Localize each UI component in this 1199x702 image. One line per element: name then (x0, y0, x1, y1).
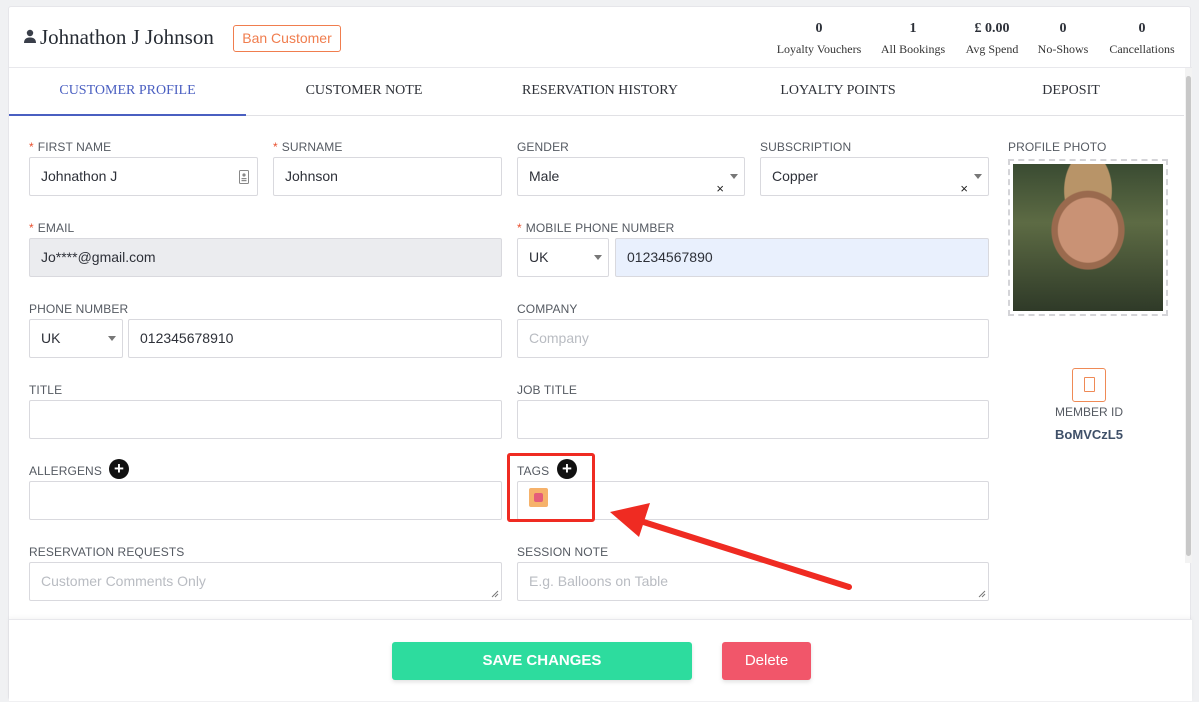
tab-reservation-history[interactable]: RESERVATION HISTORY (482, 68, 718, 116)
stat-label: Cancellations (1109, 42, 1175, 56)
surname-value: Johnson (285, 168, 338, 184)
stat-value: 0 (1138, 21, 1146, 36)
customer-header: Johnathon J Johnson Ban Customer 0 Loyal… (9, 7, 1192, 68)
chevron-down-icon (594, 255, 602, 260)
phone-number-label: PHONE NUMBER (29, 302, 129, 316)
chevron-down-icon (108, 336, 116, 341)
phone-country-value: UK (41, 330, 61, 346)
session-note-placeholder: E.g. Balloons on Table (529, 573, 669, 589)
stat-value: 0 (815, 21, 823, 36)
clear-icon[interactable]: × (960, 170, 968, 207)
first-name-field[interactable]: Johnathon J (29, 157, 258, 196)
stat-label: Loyalty Vouchers (776, 42, 862, 56)
chevron-down-icon (730, 174, 738, 179)
stat-loyalty-vouchers[interactable]: 0 Loyalty Vouchers (769, 21, 869, 57)
mobile-phone-field[interactable]: 01234567890 (615, 238, 989, 277)
phone-country-select[interactable]: UK (29, 319, 123, 358)
gender-label: GENDER (517, 140, 569, 154)
profile-photo-label: PROFILE PHOTO (1008, 140, 1107, 154)
member-id-value: BoMVCzL5 (1055, 427, 1123, 442)
stat-value: 1 (909, 21, 917, 36)
subscription-label: SUBSCRIPTION (760, 140, 852, 154)
mobile-country-value: UK (529, 249, 549, 265)
form-footer: SAVE CHANGES Delete (9, 619, 1192, 701)
company-field[interactable]: Company (517, 319, 989, 358)
email-field: Jo****@gmail.com (29, 238, 502, 277)
profile-photo-image (1013, 164, 1163, 311)
gender-value: Male (529, 168, 560, 184)
subscription-value: Copper (772, 168, 818, 184)
company-placeholder: Company (529, 330, 589, 346)
allergens-label: ALLERGENS (29, 464, 102, 478)
scrollbar-thumb[interactable] (1186, 76, 1191, 556)
add-allergen-button[interactable]: + (109, 459, 129, 479)
stat-label: All Bookings (880, 42, 946, 56)
mobile-phone-label: * MOBILE PHONE NUMBER (517, 221, 675, 235)
mobile-country-select[interactable]: UK (517, 238, 609, 277)
clear-icon[interactable]: × (716, 170, 724, 207)
title-field[interactable] (29, 400, 502, 439)
profile-tabs: CUSTOMER PROFILE CUSTOMER NOTE RESERVATI… (9, 68, 1184, 116)
stat-label: No-Shows (1037, 42, 1089, 56)
reservation-requests-label: RESERVATION REQUESTS (29, 545, 185, 559)
stat-cancellations[interactable]: 0 Cancellations (1101, 21, 1183, 57)
reservation-requests-placeholder: Customer Comments Only (41, 573, 206, 589)
gender-select[interactable]: Male × (517, 157, 745, 196)
ban-customer-button[interactable]: Ban Customer (233, 25, 341, 52)
phone-number-field[interactable]: 012345678910 (128, 319, 502, 358)
reservation-requests-field[interactable]: Customer Comments Only (29, 562, 502, 601)
surname-label: * SURNAME (273, 140, 343, 154)
email-label: * EMAIL (29, 221, 75, 235)
profile-photo[interactable] (1008, 159, 1168, 316)
company-label: COMPANY (517, 302, 578, 316)
stat-value: 0 (1059, 21, 1067, 36)
document-icon (1084, 377, 1095, 392)
member-id-label: MEMBER ID (1054, 405, 1123, 419)
session-note-field[interactable]: E.g. Balloons on Table (517, 562, 989, 601)
session-note-label: SESSION NOTE (517, 545, 609, 559)
job-title-label: JOB TITLE (517, 383, 578, 397)
surname-field[interactable]: Johnson (273, 157, 502, 196)
job-title-field[interactable] (517, 400, 989, 439)
contact-card-icon (239, 170, 249, 184)
pdf-download-button[interactable] (1072, 368, 1106, 402)
delete-button[interactable]: Delete (722, 642, 811, 680)
first-name-value: Johnathon J (41, 168, 118, 184)
customer-name: Johnathon J Johnson (40, 25, 214, 49)
stat-all-bookings[interactable]: 1 All Bookings (873, 21, 953, 57)
tab-customer-note[interactable]: CUSTOMER NOTE (246, 68, 482, 116)
stat-avg-spend[interactable]: £ 0.00 Avg Spend (957, 21, 1027, 57)
phone-number-value: 012345678910 (140, 330, 234, 346)
chevron-down-icon (974, 174, 982, 179)
resize-handle-icon[interactable] (978, 590, 986, 598)
stat-label: Avg Spend (965, 42, 1019, 56)
customer-profile-card: Johnathon J Johnson Ban Customer 0 Loyal… (8, 6, 1192, 701)
email-value: Jo****@gmail.com (41, 249, 156, 265)
tab-deposit[interactable]: DEPOSIT (958, 68, 1184, 116)
tab-loyalty-points[interactable]: LOYALTY POINTS (718, 68, 958, 116)
subscription-select[interactable]: Copper × (760, 157, 989, 196)
save-changes-button[interactable]: SAVE CHANGES (392, 642, 692, 680)
scrollbar[interactable] (1185, 68, 1192, 563)
first-name-label: * FIRST NAME (29, 140, 112, 154)
stat-value: £ 0.00 (974, 21, 1010, 36)
title-label: TITLE (29, 383, 63, 397)
resize-handle-icon[interactable] (491, 590, 499, 598)
tab-customer-profile[interactable]: CUSTOMER PROFILE (9, 68, 246, 116)
person-icon (24, 29, 36, 43)
annotation-highlight-box (507, 453, 595, 522)
allergens-field[interactable] (29, 481, 502, 520)
mobile-phone-value: 01234567890 (627, 249, 713, 265)
stat-no-shows[interactable]: 0 No-Shows (1031, 21, 1095, 57)
